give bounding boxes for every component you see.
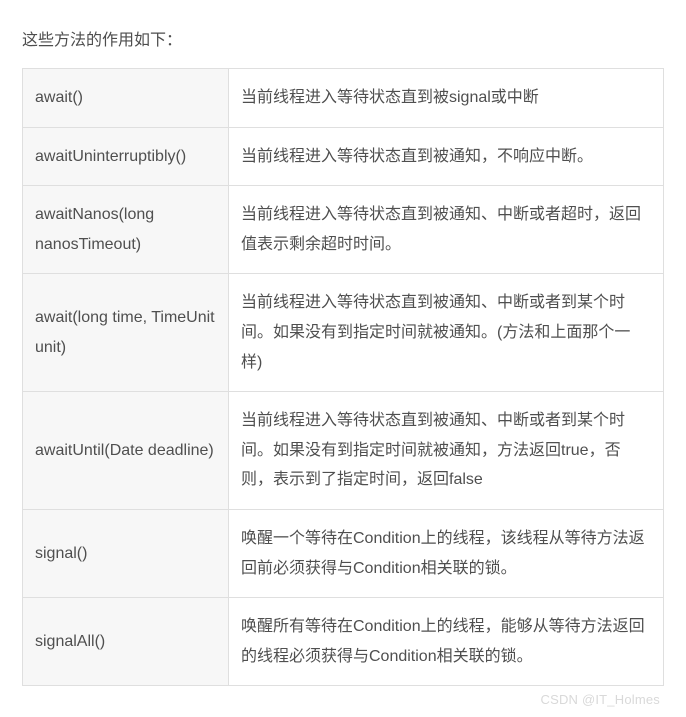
method-name: signal() bbox=[23, 509, 229, 597]
method-name: awaitUninterruptibly() bbox=[23, 127, 229, 186]
method-name: awaitUntil(Date deadline) bbox=[23, 392, 229, 510]
methods-table: await() 当前线程进入等待状态直到被signal或中断 awaitUnin… bbox=[22, 68, 664, 686]
method-name: await(long time, TimeUnit unit) bbox=[23, 274, 229, 392]
table-row: await(long time, TimeUnit unit) 当前线程进入等待… bbox=[23, 274, 664, 392]
document-page: 这些方法的作用如下： await() 当前线程进入等待状态直到被signal或中… bbox=[0, 0, 686, 717]
method-desc: 当前线程进入等待状态直到被通知，不响应中断。 bbox=[229, 127, 664, 186]
method-desc: 当前线程进入等待状态直到被signal或中断 bbox=[229, 69, 664, 128]
method-desc: 当前线程进入等待状态直到被通知、中断或者到某个时间。如果没有到指定时间就被通知，… bbox=[229, 392, 664, 510]
table-row: awaitUninterruptibly() 当前线程进入等待状态直到被通知，不… bbox=[23, 127, 664, 186]
table-row: signal() 唤醒一个等待在Condition上的线程，该线程从等待方法返回… bbox=[23, 509, 664, 597]
method-name: await() bbox=[23, 69, 229, 128]
table-row: await() 当前线程进入等待状态直到被signal或中断 bbox=[23, 69, 664, 128]
method-name: awaitNanos(long nanosTimeout) bbox=[23, 186, 229, 274]
method-desc: 唤醒一个等待在Condition上的线程，该线程从等待方法返回前必须获得与Con… bbox=[229, 509, 664, 597]
method-name: signalAll() bbox=[23, 598, 229, 686]
watermark-text: CSDN @IT_Holmes bbox=[22, 686, 664, 707]
method-desc: 唤醒所有等待在Condition上的线程，能够从等待方法返回的线程必须获得与Co… bbox=[229, 598, 664, 686]
method-desc: 当前线程进入等待状态直到被通知、中断或者到某个时间。如果没有到指定时间就被通知。… bbox=[229, 274, 664, 392]
table-row: awaitNanos(long nanosTimeout) 当前线程进入等待状态… bbox=[23, 186, 664, 274]
table-row: awaitUntil(Date deadline) 当前线程进入等待状态直到被通… bbox=[23, 392, 664, 510]
method-desc: 当前线程进入等待状态直到被通知、中断或者超时，返回值表示剩余超时时间。 bbox=[229, 186, 664, 274]
intro-text: 这些方法的作用如下： bbox=[22, 26, 664, 50]
table-row: signalAll() 唤醒所有等待在Condition上的线程，能够从等待方法… bbox=[23, 598, 664, 686]
